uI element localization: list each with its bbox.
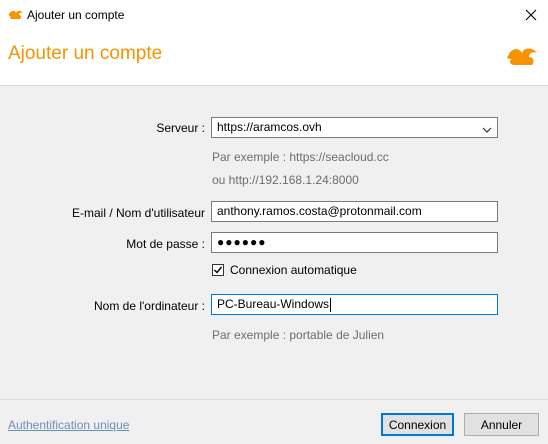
login-button[interactable]: Connexion: [381, 413, 454, 436]
computer-name-field[interactable]: PC-Bureau-Windows: [211, 294, 498, 315]
seafile-logo-icon: [506, 45, 540, 69]
auto-login-row[interactable]: Connexion automatique: [212, 263, 357, 277]
computer-name-value: PC-Bureau-Windows: [217, 297, 330, 311]
email-value: anthony.ramos.costa@protonmail.com: [217, 204, 422, 218]
text-caret: [330, 297, 332, 312]
server-value: https://aramcos.ovh: [217, 120, 322, 134]
computer-name-hint: Par exemple : portable de Julien: [212, 328, 385, 342]
server-label: Serveur :: [156, 121, 205, 135]
server-hint-2: ou http://192.168.1.24:8000: [212, 173, 359, 187]
server-combobox[interactable]: https://aramcos.ovh: [211, 117, 498, 138]
seafile-app-icon: [8, 9, 24, 21]
password-label: Mot de passe :: [126, 237, 205, 251]
page-title: Ajouter un compte: [8, 43, 163, 64]
window-title: Ajouter un compte: [27, 8, 125, 22]
email-field[interactable]: anthony.ramos.costa@protonmail.com: [211, 201, 498, 222]
dialog-header: Ajouter un compte: [0, 31, 548, 85]
title-bar: Ajouter un compte: [0, 0, 548, 31]
auto-login-label: Connexion automatique: [230, 263, 357, 277]
sso-link[interactable]: Authentification unique: [8, 418, 129, 432]
close-icon[interactable]: [519, 4, 543, 26]
computer-name-label: Nom de l'ordinateur :: [93, 299, 205, 313]
password-value: ●●●●●●: [217, 235, 267, 249]
cancel-button[interactable]: Annuler: [464, 413, 539, 436]
auto-login-checkbox[interactable]: [212, 264, 224, 276]
server-hint-1: Par exemple : https://seacloud.cc: [212, 150, 389, 164]
checkmark-icon: [214, 266, 223, 274]
email-label: E-mail / Nom d'utilisateur: [72, 206, 205, 220]
chevron-down-icon[interactable]: [482, 122, 492, 133]
password-field[interactable]: ●●●●●●: [211, 232, 498, 253]
footer-divider: [0, 399, 548, 400]
header-divider: [0, 85, 548, 86]
